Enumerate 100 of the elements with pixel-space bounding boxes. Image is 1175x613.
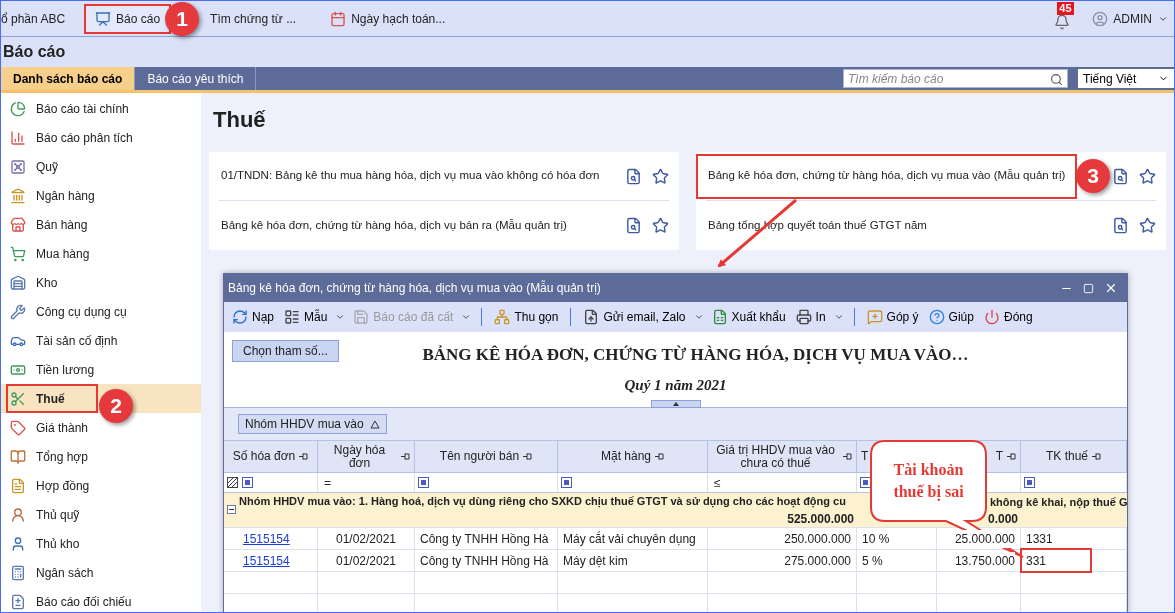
close-icon[interactable] (1104, 281, 1118, 295)
column-header[interactable]: Giá trị HHDV mua vào chưa có thuế (712, 443, 839, 470)
sidebar-item[interactable]: Tổng hợp (6, 442, 98, 471)
menu-button[interactable]: Tìm chứng từ ... (199, 3, 308, 34)
toolbar-button[interactable]: Nạp (228, 308, 278, 326)
language-select[interactable]: Tiếng Việt (1078, 69, 1174, 88)
column-header[interactable]: Ngày hóa đơn (322, 443, 397, 470)
sidebar-item[interactable]: Quỹ (6, 152, 68, 181)
column-header[interactable]: T (861, 450, 869, 463)
pin-icon[interactable] (299, 452, 309, 461)
preview-icon[interactable] (625, 167, 642, 185)
group-total: 0.000 (987, 512, 1018, 526)
choose-parameters-button[interactable]: Chọn tham số... (232, 340, 339, 362)
tag-icon (10, 419, 26, 436)
toolbar-button[interactable]: Đóng (979, 308, 1037, 326)
sidebar-item[interactable]: Ngân hàng (6, 181, 105, 210)
scissors-icon (10, 390, 26, 407)
collapse-handle[interactable] (651, 400, 701, 408)
preview-icon[interactable] (1112, 167, 1129, 185)
star-icon[interactable] (652, 167, 669, 185)
caret-icon[interactable] (693, 312, 704, 322)
caret-icon[interactable] (335, 312, 346, 322)
toolbar-button[interactable]: Thu gọn (490, 308, 563, 326)
search-field[interactable]: Tìm kiếm báo cáo (843, 69, 1068, 88)
sidebar-item[interactable]: Giá thành (6, 413, 99, 442)
sidebar-item[interactable]: Hợp đồng (6, 471, 100, 500)
pin-icon[interactable] (843, 452, 852, 461)
avatar-icon (1092, 10, 1109, 27)
callout-text: Tài khoản thuế bị sai (892, 460, 965, 503)
filter-toggle-icon[interactable] (227, 477, 238, 488)
column-header[interactable]: Số hóa đơn (232, 450, 296, 463)
column-header[interactable]: Tên người bán (439, 450, 520, 463)
caret-icon[interactable] (833, 312, 844, 322)
document-icon (10, 477, 26, 494)
toolbar-button[interactable]: Mẫu (280, 308, 332, 326)
sidebar-item[interactable]: Công cụ dụng cụ (6, 297, 137, 326)
pin-icon[interactable] (655, 452, 664, 461)
printer-icon (795, 309, 812, 325)
sidebar-item[interactable]: Tiền lương (6, 355, 105, 384)
report-link[interactable]: Bảng kê hóa đơn, chứng từ hàng hóa, dịch vụ bán ra (Mẫu quản trị) (209, 203, 579, 248)
invoice-link[interactable]: 1515154 (243, 529, 290, 548)
report-link[interactable]: Bảng kê hóa đơn, chứng từ hàng hóa, dịch vụ mua vào (Mẫu quản trị) (696, 153, 1078, 199)
report-link[interactable]: 01/TNDN: Bảng kê thu mua hàng hóa, dịch vụ mua vào không có hóa đơn (209, 153, 612, 199)
toolbar-button[interactable]: In (791, 308, 830, 326)
filter-icon[interactable] (418, 477, 429, 488)
sidebar-item[interactable]: Báo cáo đối chiếu (6, 587, 142, 612)
pin-icon[interactable] (1007, 452, 1016, 461)
sidebar-item[interactable]: Tài sản cố định (6, 326, 128, 355)
column-header[interactable]: Mặt hàng (600, 450, 651, 463)
search-icon (1050, 73, 1063, 86)
sidebar-item[interactable]: Báo cáo tài chính (6, 94, 139, 123)
filter-icon[interactable] (242, 477, 253, 488)
preview-icon[interactable] (625, 217, 642, 234)
sidebar-item[interactable]: Kho (6, 268, 68, 297)
star-icon[interactable] (1139, 217, 1156, 234)
star-icon[interactable] (652, 217, 669, 234)
sidebar-item[interactable]: Mua hàng (6, 239, 100, 268)
toolbar-button[interactable]: Xuất khẩu (707, 308, 790, 326)
pin-icon[interactable] (523, 452, 533, 461)
maximize-icon[interactable] (1083, 282, 1094, 294)
company-name[interactable]: ổ phần ABC (1, 9, 66, 28)
menu-button[interactable]: Báo cáo (84, 3, 172, 34)
feedback-icon (866, 309, 883, 325)
calculator-icon (10, 564, 26, 581)
person-icon (10, 506, 26, 523)
toolbar-button[interactable]: Góp ý (862, 308, 923, 326)
user-menu[interactable]: ADMIN (1113, 9, 1168, 28)
toolbar-button[interactable]: Giúp (924, 308, 978, 326)
preview-icon[interactable] (1112, 217, 1129, 234)
document-icon (583, 309, 600, 325)
store-icon (10, 216, 26, 233)
document-icon (10, 593, 26, 610)
sidebar-item[interactable]: Ngân sách (6, 558, 104, 587)
pin-icon[interactable] (1092, 452, 1101, 461)
sidebar-item[interactable]: Thuế (6, 384, 98, 413)
page-title: Báo cáo (3, 42, 66, 62)
filter-icon[interactable] (860, 477, 871, 488)
filter-icon[interactable] (1024, 477, 1035, 488)
bank-icon (10, 187, 26, 204)
invoice-link[interactable]: 1515154 (243, 551, 290, 570)
pie-chart-icon (10, 100, 26, 117)
sidebar-item[interactable]: Báo cáo phân tích (6, 123, 143, 152)
bell-icon[interactable] (1054, 13, 1071, 30)
person-icon (10, 535, 26, 552)
sidebar-item[interactable]: Bán hàng (6, 210, 98, 239)
sidebar-item[interactable]: Thủ kho (6, 529, 90, 558)
pin-icon[interactable] (401, 452, 410, 461)
group-chip[interactable]: Nhóm HHDV mua vào (238, 414, 387, 434)
presentation-icon (95, 10, 112, 27)
toolbar-button[interactable]: Gửi email, Zalo (579, 308, 690, 326)
menu-button[interactable]: Ngày hạch toán... (319, 3, 457, 34)
filter-operator[interactable]: ≤ (711, 473, 724, 492)
column-header[interactable]: T (995, 450, 1003, 463)
star-icon[interactable] (1139, 167, 1156, 185)
sidebar-item[interactable]: Thủ quỹ (6, 500, 90, 529)
filter-operator[interactable]: = (321, 473, 334, 492)
tab[interactable]: Danh sách báo cáo (1, 67, 136, 90)
filter-icon[interactable] (561, 477, 572, 488)
column-header[interactable]: TK thuế (1046, 450, 1088, 463)
collapse-icon[interactable] (227, 505, 236, 514)
